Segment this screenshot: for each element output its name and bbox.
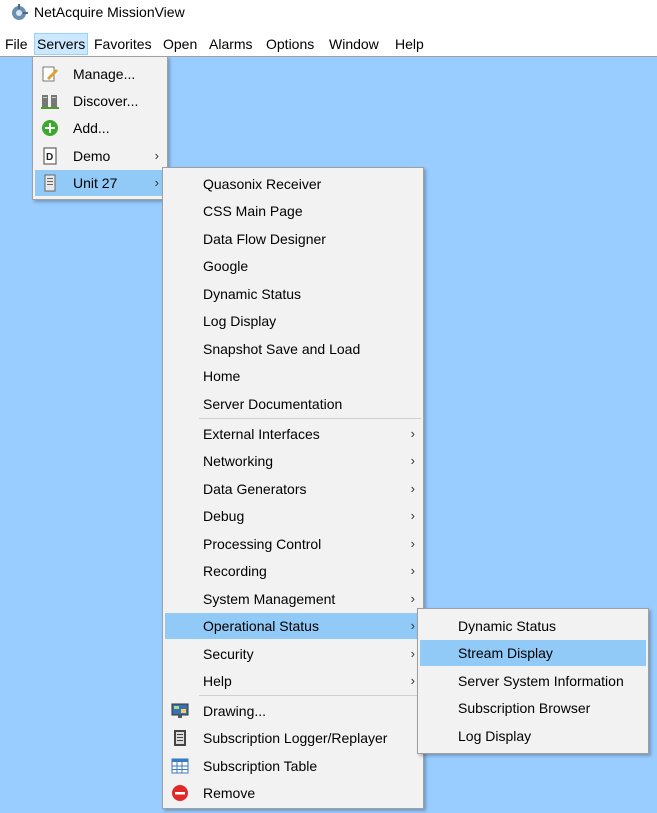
drawing-icon bbox=[171, 703, 189, 718]
menu-open[interactable]: Open bbox=[161, 34, 199, 54]
menu-options[interactable]: Options bbox=[264, 34, 316, 54]
chevron-right-icon: › bbox=[410, 426, 415, 441]
menu-window[interactable]: Window bbox=[327, 34, 381, 54]
menu-item-server-documentation[interactable]: Server Documentation bbox=[165, 391, 421, 417]
menu-separator bbox=[199, 418, 421, 419]
chevron-right-icon: › bbox=[410, 591, 415, 606]
chevron-right-icon: › bbox=[410, 481, 415, 496]
chevron-right-icon: › bbox=[410, 536, 415, 551]
menu-separator bbox=[199, 695, 421, 696]
menu-item-system-management[interactable]: System Management › bbox=[165, 586, 421, 612]
menu-file[interactable]: File bbox=[3, 34, 30, 54]
menu-item-networking[interactable]: Networking › bbox=[165, 448, 421, 474]
menu-item-unit-27[interactable]: Unit 27 › bbox=[35, 170, 165, 196]
menu-item-google[interactable]: Google bbox=[165, 253, 421, 279]
menu-item-processing-control[interactable]: Processing Control › bbox=[165, 531, 421, 557]
menu-item-demo[interactable]: D Demo › bbox=[35, 143, 165, 169]
add-icon bbox=[42, 120, 58, 136]
menu-item-debug[interactable]: Debug › bbox=[165, 503, 421, 529]
table-icon bbox=[171, 758, 189, 774]
chevron-right-icon: › bbox=[154, 175, 159, 190]
menu-alarms[interactable]: Alarms bbox=[207, 34, 255, 54]
menu-item-drawing[interactable]: Drawing... bbox=[165, 698, 421, 724]
menu-item-add[interactable]: Add... bbox=[35, 115, 165, 141]
menu-item-remove[interactable]: Remove bbox=[165, 780, 421, 806]
menu-item-operational-status[interactable]: Operational Status › bbox=[165, 613, 421, 639]
menu-servers[interactable]: Servers bbox=[34, 33, 89, 55]
menu-item-home[interactable]: Home bbox=[165, 363, 421, 389]
manage-icon bbox=[42, 66, 58, 82]
menu-item-data-generators[interactable]: Data Generators › bbox=[165, 476, 421, 502]
window-title: NetAcquire MissionView bbox=[34, 4, 185, 20]
unit-icon bbox=[44, 174, 56, 192]
unit-27-submenu: Quasonix Receiver CSS Main Page Data Flo… bbox=[162, 167, 424, 809]
menu-item-data-flow-designer[interactable]: Data Flow Designer bbox=[165, 226, 421, 252]
discover-icon bbox=[41, 95, 59, 109]
chevron-right-icon: › bbox=[410, 618, 415, 633]
menu-item-manage[interactable]: Manage... bbox=[35, 61, 165, 87]
menu-item-log-display[interactable]: Log Display bbox=[420, 723, 646, 749]
chevron-right-icon: › bbox=[154, 148, 159, 163]
menu-item-external-interfaces[interactable]: External Interfaces › bbox=[165, 421, 421, 447]
menu-item-dynamic-status[interactable]: Dynamic Status bbox=[165, 281, 421, 307]
menu-help[interactable]: Help bbox=[393, 34, 426, 54]
menu-item-dynamic-status[interactable]: Dynamic Status bbox=[420, 613, 646, 639]
menu-item-help[interactable]: Help › bbox=[165, 668, 421, 694]
menu-item-snapshot-save-and-load[interactable]: Snapshot Save and Load bbox=[165, 336, 421, 362]
menu-bar: File Servers Favorites Open Alarms Optio… bbox=[0, 30, 657, 57]
svg-text:D: D bbox=[46, 152, 53, 163]
operational-status-submenu: Dynamic Status Stream Display Server Sys… bbox=[417, 608, 649, 754]
app-icon bbox=[12, 4, 28, 20]
servers-menu: Manage... Discover... Add... D Demo › Un… bbox=[32, 56, 168, 200]
menu-item-css-main-page[interactable]: CSS Main Page bbox=[165, 198, 421, 224]
title-bar: NetAcquire MissionView bbox=[0, 0, 657, 28]
chevron-right-icon: › bbox=[410, 563, 415, 578]
menu-item-discover[interactable]: Discover... bbox=[35, 88, 165, 114]
logger-icon bbox=[174, 730, 186, 746]
demo-icon: D bbox=[43, 147, 57, 165]
menu-item-subscription-table[interactable]: Subscription Table bbox=[165, 753, 421, 779]
menu-favorites[interactable]: Favorites bbox=[92, 34, 154, 54]
chevron-right-icon: › bbox=[410, 508, 415, 523]
menu-item-server-system-information[interactable]: Server System Information bbox=[420, 668, 646, 694]
menu-item-security[interactable]: Security › bbox=[165, 641, 421, 667]
chevron-right-icon: › bbox=[410, 673, 415, 688]
menu-item-stream-display[interactable]: Stream Display bbox=[420, 640, 646, 666]
chevron-right-icon: › bbox=[410, 453, 415, 468]
menu-item-recording[interactable]: Recording › bbox=[165, 558, 421, 584]
remove-icon bbox=[172, 785, 188, 801]
menu-item-log-display[interactable]: Log Display bbox=[165, 308, 421, 334]
menu-item-subscription-logger-replayer[interactable]: Subscription Logger/Replayer bbox=[165, 725, 421, 751]
chevron-right-icon: › bbox=[410, 646, 415, 661]
menu-item-subscription-browser[interactable]: Subscription Browser bbox=[420, 695, 646, 721]
menu-item-quasonix-receiver[interactable]: Quasonix Receiver bbox=[165, 171, 421, 197]
